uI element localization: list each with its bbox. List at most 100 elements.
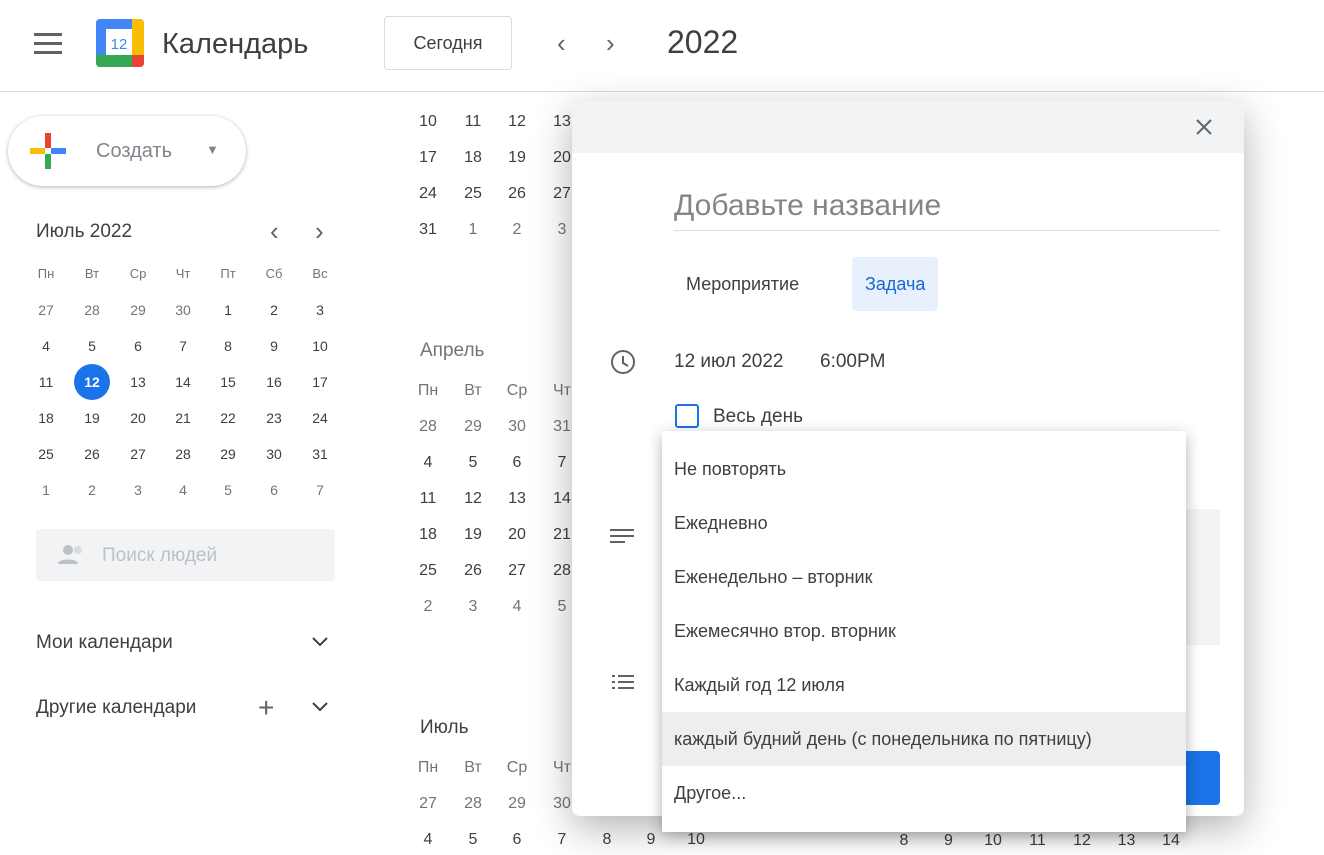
mini-day[interactable]: 4 xyxy=(24,338,68,354)
mini-day[interactable]: 13 xyxy=(116,374,160,390)
repeat-option[interactable]: Ежемесячно втор. вторник xyxy=(662,604,1186,658)
mini-day[interactable]: 30 xyxy=(161,302,205,318)
weekday-label[interactable]: Ср xyxy=(495,382,539,400)
task-date[interactable]: 12 июл 2022 xyxy=(674,351,784,373)
mini-day[interactable]: 29 xyxy=(116,302,160,318)
mini-day[interactable]: 16 xyxy=(252,374,296,390)
mini-day[interactable]: 24 xyxy=(298,410,342,426)
year-day[interactable]: 19 xyxy=(495,149,539,167)
mini-day[interactable]: 14 xyxy=(161,374,205,390)
mini-day[interactable]: 19 xyxy=(70,410,114,426)
prev-icon[interactable]: ‹ xyxy=(557,28,566,59)
repeat-option[interactable]: Ежедневно xyxy=(662,496,1186,550)
year-day[interactable]: 6 xyxy=(495,454,539,472)
create-button[interactable]: Создать ▼ xyxy=(8,116,246,186)
mini-day[interactable]: 30 xyxy=(252,446,296,462)
year-day[interactable]: 3 xyxy=(451,598,495,616)
main-menu-icon[interactable] xyxy=(34,33,62,55)
mini-day[interactable]: 23 xyxy=(252,410,296,426)
mini-day[interactable]: 3 xyxy=(116,482,160,498)
mini-day[interactable]: 9 xyxy=(252,338,296,354)
year-day[interactable]: 17 xyxy=(406,149,450,167)
mini-day[interactable]: 11 xyxy=(24,374,68,390)
year-day[interactable]: 4 xyxy=(406,831,450,849)
year-day[interactable]: 18 xyxy=(406,526,450,544)
year-day[interactable]: 2 xyxy=(495,221,539,239)
mini-day[interactable]: 1 xyxy=(24,482,68,498)
mini-day[interactable]: 28 xyxy=(161,446,205,462)
year-day[interactable]: 12 xyxy=(495,113,539,131)
mini-day[interactable]: 1 xyxy=(206,302,250,318)
add-calendar-icon[interactable]: + xyxy=(258,692,274,724)
mini-day[interactable]: 22 xyxy=(206,410,250,426)
year-day[interactable]: 25 xyxy=(406,562,450,580)
month-name[interactable]: Июль xyxy=(420,717,468,739)
mini-day[interactable]: 10 xyxy=(298,338,342,354)
mini-day[interactable]: 8 xyxy=(206,338,250,354)
mini-day[interactable]: 27 xyxy=(24,302,68,318)
year-day[interactable]: 26 xyxy=(495,185,539,203)
year-day[interactable]: 8 xyxy=(585,831,629,849)
year-day[interactable]: 5 xyxy=(451,831,495,849)
task-time[interactable]: 6:00PM xyxy=(820,351,885,373)
mini-day[interactable]: 31 xyxy=(298,446,342,462)
mini-day[interactable]: 29 xyxy=(206,446,250,462)
mini-day-today[interactable]: 12 xyxy=(74,364,110,400)
title-input[interactable]: Добавьте название xyxy=(674,189,1220,231)
year-day[interactable]: 25 xyxy=(451,185,495,203)
repeat-option[interactable]: каждый будний день (с понедельника по пя… xyxy=(662,712,1186,766)
mini-day[interactable]: 5 xyxy=(70,338,114,354)
year-day[interactable]: 11 xyxy=(451,113,495,131)
description-input[interactable] xyxy=(1186,509,1220,645)
year-day[interactable]: 30 xyxy=(495,418,539,436)
year-day[interactable]: 8 xyxy=(882,832,926,850)
year-day[interactable]: 12 xyxy=(451,490,495,508)
year-day[interactable]: 27 xyxy=(406,795,450,813)
year-day[interactable]: 7 xyxy=(540,831,584,849)
dropdown-arrow-icon[interactable]: ▼ xyxy=(206,142,219,157)
year-day[interactable]: 2 xyxy=(406,598,450,616)
mini-day[interactable]: 25 xyxy=(24,446,68,462)
year-day[interactable]: 28 xyxy=(406,418,450,436)
mini-day[interactable]: 3 xyxy=(298,302,342,318)
year-day[interactable]: 10 xyxy=(406,113,450,131)
mini-day[interactable]: 2 xyxy=(252,302,296,318)
mini-day[interactable]: 7 xyxy=(298,482,342,498)
tab-event[interactable]: Мероприятие xyxy=(674,257,811,311)
year-day[interactable]: 13 xyxy=(1105,832,1149,850)
close-icon[interactable] xyxy=(1195,118,1213,136)
repeat-option[interactable]: Еженедельно – вторник xyxy=(662,550,1186,604)
year-day[interactable]: 31 xyxy=(406,221,450,239)
year-day[interactable]: 20 xyxy=(495,526,539,544)
year-day[interactable]: 28 xyxy=(451,795,495,813)
year-day[interactable]: 11 xyxy=(1016,832,1060,850)
mini-day[interactable]: 20 xyxy=(116,410,160,426)
year-day[interactable]: 27 xyxy=(495,562,539,580)
mini-day[interactable]: 28 xyxy=(70,302,114,318)
year-day[interactable]: 6 xyxy=(495,831,539,849)
other-calendars-header[interactable]: Другие календари xyxy=(36,697,196,719)
people-search-input[interactable]: Поиск людей xyxy=(36,529,335,581)
mini-day[interactable]: 21 xyxy=(161,410,205,426)
year-day[interactable]: 11 xyxy=(406,490,450,508)
dialog-drag-header[interactable] xyxy=(572,101,1244,153)
year-day[interactable]: 10 xyxy=(971,832,1015,850)
year-day[interactable]: 5 xyxy=(451,454,495,472)
today-button[interactable]: Сегодня xyxy=(384,16,512,70)
mini-day[interactable]: 2 xyxy=(70,482,114,498)
repeat-option[interactable]: Другое... xyxy=(662,766,1186,820)
repeat-option[interactable]: Каждый год 12 июля xyxy=(662,658,1186,712)
mini-day[interactable]: 18 xyxy=(24,410,68,426)
year-day[interactable]: 29 xyxy=(451,418,495,436)
weekday-label[interactable]: Вт xyxy=(451,382,495,400)
year-day[interactable]: 18 xyxy=(451,149,495,167)
year-day[interactable]: 24 xyxy=(406,185,450,203)
year-day[interactable]: 10 xyxy=(674,831,718,849)
year-day[interactable]: 29 xyxy=(495,795,539,813)
weekday-label[interactable]: Вт xyxy=(451,759,495,777)
weekday-label[interactable]: Пн xyxy=(406,382,450,400)
year-day[interactable]: 9 xyxy=(629,831,673,849)
mini-day[interactable]: 4 xyxy=(161,482,205,498)
year-day[interactable]: 14 xyxy=(1149,832,1193,850)
repeat-option[interactable]: Не повторять xyxy=(662,442,1186,496)
